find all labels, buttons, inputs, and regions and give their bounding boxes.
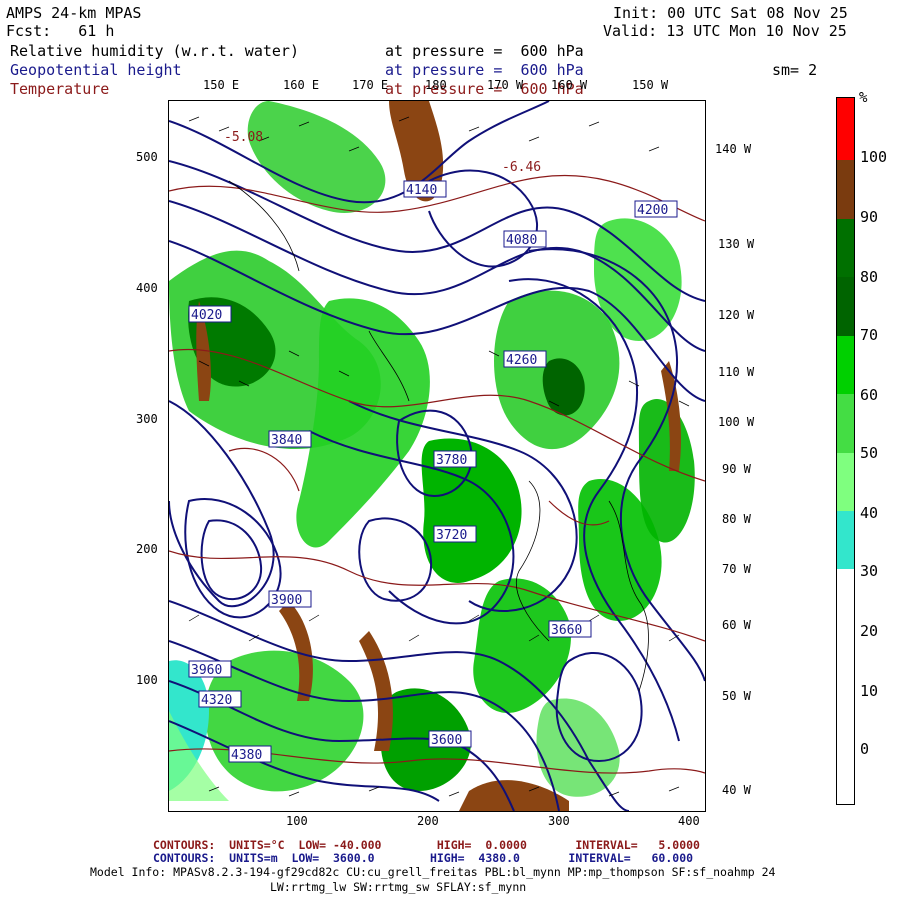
lon-label-right: 60 W xyxy=(722,618,751,632)
height-label: 3720 xyxy=(436,528,467,543)
height-label: 3840 xyxy=(271,433,302,448)
lon-label-top: 160 E xyxy=(283,78,320,92)
lon-label-right: 120 W xyxy=(718,308,755,322)
height-contour-info: CONTOURS: UNITS=m LOW= 3600.0 HIGH= 4380… xyxy=(153,851,694,865)
smoothing-label: sm= 2 xyxy=(772,61,818,79)
temp-label: -5.08 xyxy=(224,130,263,145)
colorbar-swatch xyxy=(837,394,854,453)
lon-label-top: 160 W xyxy=(551,78,588,92)
colorbar-label: 60 xyxy=(860,386,879,404)
valid-time: Valid: 13 UTC Mon 10 Nov 25 xyxy=(603,22,847,40)
lon-label-right: 40 W xyxy=(722,783,751,797)
model-info-2: LW:rrtmg_lw SW:rrtmg_sw SFLAY:sf_mynn xyxy=(270,880,527,894)
lon-label-right: 70 W xyxy=(722,562,751,576)
lon-label-right: 90 W xyxy=(722,462,751,476)
field-height-name: Geopotential height xyxy=(10,61,182,79)
lon-label-right: 100 W xyxy=(718,415,755,429)
colorbar-swatch xyxy=(837,98,854,160)
colorbar-unit: % xyxy=(859,90,868,106)
humidity-shading xyxy=(169,101,695,811)
colorbar-label: 30 xyxy=(860,562,879,580)
lon-label-top: 150 E xyxy=(203,78,240,92)
height-label: 3600 xyxy=(431,733,462,748)
lon-label-top: 170 W xyxy=(487,78,524,92)
x-tick-label: 100 xyxy=(286,814,308,828)
colorbar-swatch xyxy=(837,336,854,394)
colorbar-label: 10 xyxy=(860,682,879,700)
lon-label-right: 50 W xyxy=(722,689,751,703)
colorbar-label: 100 xyxy=(860,148,888,166)
colorbar xyxy=(836,97,855,805)
lon-label-right: 80 W xyxy=(722,512,751,526)
map-plot: 4140 4080 4200 4020 3840 3960 3900 3780 … xyxy=(168,100,706,812)
x-tick-label: 200 xyxy=(417,814,439,828)
field-rh-name: Relative humidity (w.r.t. water) xyxy=(10,42,299,60)
y-tick-label: 200 xyxy=(136,542,158,556)
temp-label: -6.46 xyxy=(502,160,541,175)
colorbar-swatch xyxy=(837,628,854,686)
forecast-hour: Fcst: 61 h xyxy=(6,22,115,40)
x-tick-label: 400 xyxy=(678,814,700,828)
lon-label-top: 180 xyxy=(425,78,447,92)
colorbar-swatch xyxy=(837,219,854,277)
lon-label-top: 150 W xyxy=(632,78,669,92)
lon-label-right: 130 W xyxy=(718,237,755,251)
x-tick-label: 300 xyxy=(548,814,570,828)
colorbar-label: 70 xyxy=(860,326,879,344)
colorbar-label: 20 xyxy=(860,622,879,640)
colorbar-swatch xyxy=(837,453,854,511)
lon-label-right: 110 W xyxy=(718,365,755,379)
y-tick-label: 500 xyxy=(136,150,158,164)
colorbar-swatch xyxy=(837,686,854,745)
colorbar-label: 40 xyxy=(860,504,879,522)
field-rh-level: at pressure = 600 hPa xyxy=(385,42,584,60)
colorbar-label: 0 xyxy=(860,740,870,758)
colorbar-swatch xyxy=(837,569,854,628)
colorbar-swatch xyxy=(837,745,854,804)
colorbar-label: 50 xyxy=(860,444,879,462)
y-tick-label: 400 xyxy=(136,281,158,295)
height-label: 4260 xyxy=(506,353,537,368)
model-title: AMPS 24-km MPAS xyxy=(6,4,142,22)
height-label: 3960 xyxy=(191,663,222,678)
colorbar-label: 90 xyxy=(860,208,879,226)
height-label: 4380 xyxy=(231,748,262,763)
colorbar-swatch xyxy=(837,511,854,569)
weather-map-svg: 4140 4080 4200 4020 3840 3960 3900 3780 … xyxy=(169,101,705,811)
height-label: 3660 xyxy=(551,623,582,638)
y-tick-label: 300 xyxy=(136,412,158,426)
colorbar-swatch xyxy=(837,277,854,336)
height-label: 4320 xyxy=(201,693,232,708)
height-label: 4140 xyxy=(406,183,437,198)
height-label: 3780 xyxy=(436,453,467,468)
y-tick-label: 100 xyxy=(136,673,158,687)
height-label: 4020 xyxy=(191,308,222,323)
colorbar-swatch xyxy=(837,160,854,219)
height-label: 4200 xyxy=(637,203,668,218)
model-info: Model Info: MPASv8.2.3-194-gf29cd82c CU:… xyxy=(90,865,776,879)
field-temp-name: Temperature xyxy=(10,80,110,98)
field-height-level: at pressure = 600 hPa xyxy=(385,61,584,79)
height-label: 4080 xyxy=(506,233,537,248)
lon-label-right: 140 W xyxy=(715,142,752,156)
height-label: 3900 xyxy=(271,593,302,608)
temp-contour-info: CONTOURS: UNITS=°C LOW= -40.000 HIGH= 0.… xyxy=(153,838,700,852)
colorbar-label: 80 xyxy=(860,268,879,286)
lon-label-top: 170 E xyxy=(352,78,389,92)
init-time: Init: 00 UTC Sat 08 Nov 25 xyxy=(613,4,848,22)
